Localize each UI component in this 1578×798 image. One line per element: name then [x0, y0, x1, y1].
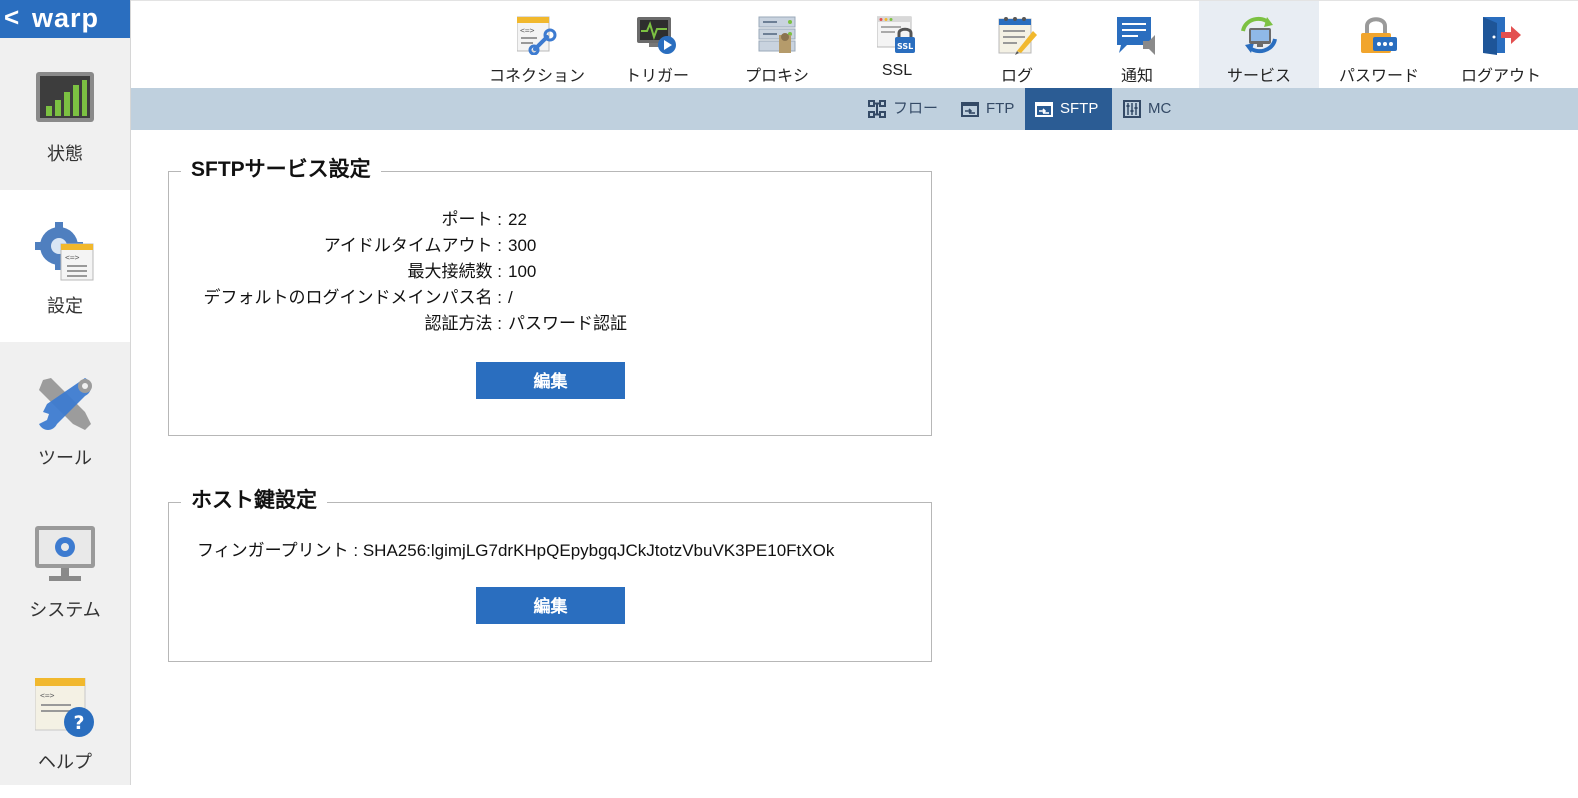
fingerprint-label: フィンガープリント :	[197, 541, 359, 560]
top-navigation: <=> コネクション トリガー プロキシ SSL SSL ログ 通知 サービス …	[131, 0, 1578, 89]
tab-label: パスワード	[1338, 68, 1419, 85]
setting-label: 認証方法 :	[424, 314, 502, 333]
fingerprint-row: フィンガープリント : SHA256:lgimjLG7drKHpQEpybgqJ…	[197, 539, 834, 563]
svg-text:?: ?	[74, 712, 85, 734]
tab-notification[interactable]: 通知	[1077, 1, 1197, 89]
setting-value: /	[508, 288, 513, 307]
svg-text:SSL: SSL	[897, 42, 913, 51]
sidebar-item-system[interactable]: システム	[0, 494, 130, 646]
setting-value: 100	[508, 262, 537, 281]
log-icon	[998, 17, 1037, 55]
sidebar-item-status[interactable]: 状態	[0, 38, 130, 190]
svg-text:<=>: <=>	[520, 26, 535, 35]
password-lock-icon	[1361, 17, 1397, 53]
subtab-label: FTP	[986, 100, 1015, 117]
sftp-icon	[1035, 102, 1053, 117]
subtab-sftp[interactable]: SFTP	[1025, 88, 1112, 130]
help-icon: <=> ?	[35, 678, 94, 737]
setting-label: 最大接続数 :	[407, 262, 502, 281]
sidebar-item-label: 設定	[47, 296, 83, 316]
mc-icon	[1123, 100, 1141, 118]
system-monitor-icon	[35, 526, 95, 581]
setting-label: デフォルトのログインドメインパス名 :	[203, 288, 502, 307]
flow-icon	[868, 100, 886, 118]
sub-navigation: フロー FTP SFTP MC	[131, 88, 1578, 130]
subtab-label: SFTP	[1060, 100, 1099, 117]
svg-text:<=>: <=>	[40, 691, 55, 700]
tab-log[interactable]: ログ	[957, 1, 1077, 89]
setting-label: アイドルタイムアウト :	[323, 236, 502, 255]
proxy-icon	[758, 16, 796, 53]
sidebar-item-settings[interactable]: <=> 設定	[0, 190, 130, 342]
sidebar-item-help[interactable]: <=> ? ヘルプ	[0, 646, 130, 798]
status-chart-icon	[36, 72, 94, 122]
setting-row-port: ポート : 22	[169, 208, 933, 232]
logout-icon	[1483, 17, 1521, 55]
panel-title: ホスト鍵設定	[181, 487, 327, 515]
tab-logout[interactable]: ログアウト	[1441, 1, 1561, 89]
back-chevron-icon: <	[4, 2, 20, 32]
tab-connection[interactable]: <=> コネクション	[477, 1, 597, 89]
ftp-icon	[961, 102, 979, 117]
tools-wrench-icon	[39, 378, 92, 430]
setting-row-idle-timeout: アイドルタイムアウト : 300	[169, 234, 933, 258]
host-key-panel: ホスト鍵設定 フィンガープリント : SHA256:lgimjLG7drKHpQ…	[168, 487, 932, 662]
tab-label: コネクション	[488, 68, 585, 85]
sidebar-item-tools[interactable]: ツール	[0, 342, 130, 494]
setting-label: ポート :	[441, 210, 502, 229]
tab-ssl[interactable]: SSL SSL	[837, 1, 957, 89]
tab-label: 通知	[1120, 68, 1153, 85]
tab-label: ログ	[1000, 68, 1033, 85]
settings-gear-icon: <=>	[35, 222, 94, 281]
setting-row-login-domain-path: デフォルトのログインドメインパス名 : /	[169, 286, 933, 310]
svg-text:<=>: <=>	[65, 253, 80, 262]
tab-trigger[interactable]: トリガー	[597, 1, 717, 89]
connection-icon: <=>	[517, 16, 557, 55]
service-icon	[1241, 16, 1277, 54]
brand-back-button[interactable]: < warp	[0, 0, 130, 38]
sftp-settings-panel: SFTPサービス設定 ポート : 22 アイドルタイムアウト : 300 最大接…	[168, 156, 933, 436]
tab-proxy[interactable]: プロキシ	[717, 1, 837, 89]
sidebar-item-label: 状態	[47, 144, 83, 164]
subtab-label: MC	[1148, 100, 1172, 117]
host-key-edit-button[interactable]: 編集	[476, 587, 625, 624]
sidebar: < warp 状態 <=> 設定 ツール システム <=> ? ヘルプ	[0, 0, 131, 785]
tab-label: プロキシ	[744, 68, 809, 85]
tab-label: サービス	[1226, 68, 1291, 85]
tab-label: トリガー	[624, 68, 689, 85]
tab-password[interactable]: パスワード	[1319, 1, 1439, 89]
setting-value: 300	[508, 236, 537, 255]
tab-label: ログアウト	[1460, 68, 1541, 85]
subtab-flow[interactable]: フロー	[858, 88, 944, 130]
subtab-mc[interactable]: MC	[1113, 88, 1185, 130]
setting-value: 22	[508, 210, 527, 229]
trigger-icon	[637, 17, 676, 54]
ssl-icon: SSL	[877, 16, 915, 53]
setting-row-auth-method: 認証方法 : パスワード認証	[169, 312, 933, 336]
sidebar-item-label: システム	[29, 600, 101, 620]
sftp-edit-button[interactable]: 編集	[476, 362, 625, 399]
brand-name: warp	[32, 3, 100, 33]
subtab-ftp[interactable]: FTP	[951, 88, 1025, 130]
tab-service[interactable]: サービス	[1199, 1, 1319, 89]
setting-row-max-connections: 最大接続数 : 100	[169, 260, 933, 284]
sidebar-item-label: ツール	[38, 448, 92, 468]
notification-icon	[1117, 17, 1155, 55]
subtab-label: フロー	[893, 100, 939, 117]
panel-title: SFTPサービス設定	[181, 156, 381, 184]
sidebar-item-label: ヘルプ	[38, 752, 92, 772]
tab-label: SSL	[881, 62, 913, 79]
fingerprint-value: SHA256:lgimjLG7drKHpQEpybgqJCkJtotzVbuVK…	[362, 541, 835, 560]
setting-value: パスワード認証	[508, 314, 627, 333]
